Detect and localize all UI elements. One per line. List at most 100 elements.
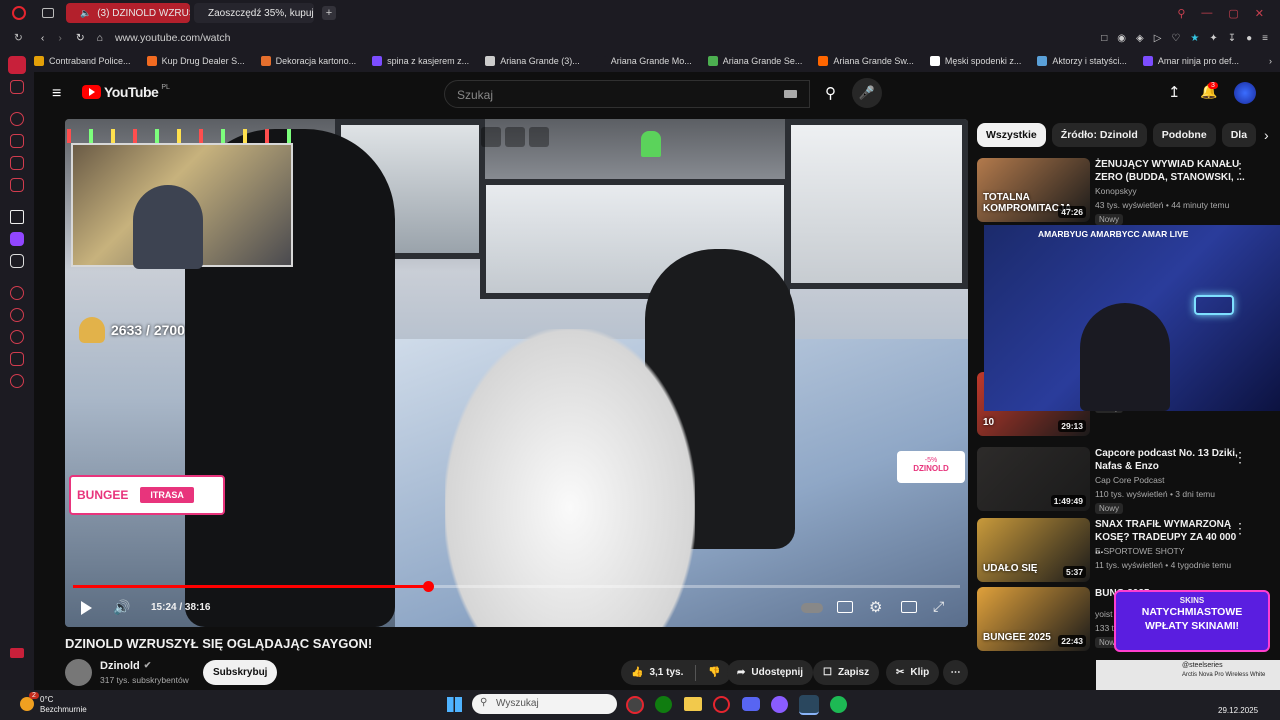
- subscribe-button[interactable]: Subskrybuj: [203, 660, 278, 685]
- taskbar-app-opera-gx[interactable]: [713, 696, 730, 713]
- recommendation-card[interactable]: TOTALNA KOMPROMITACJA 47:26 ŻENUJĄCY WYWIA…: [977, 158, 1267, 225]
- chip-for-you[interactable]: Dla: [1221, 123, 1257, 147]
- taskbar-app-messenger[interactable]: [771, 696, 788, 713]
- play-button[interactable]: [81, 601, 92, 615]
- scrubber-handle[interactable]: [422, 581, 434, 592]
- bookmark-item[interactable]: spina z kasjerem z...: [372, 56, 469, 66]
- back-button[interactable]: ‹: [41, 32, 45, 44]
- save-button[interactable]: ☐ Zapisz: [813, 660, 880, 685]
- url-field[interactable]: www.youtube.com/watch: [115, 32, 231, 44]
- cast-icon[interactable]: [505, 127, 525, 147]
- tab-steam[interactable]: Zaoszczędź 35%, kupują: [194, 3, 314, 23]
- bookmark-item[interactable]: Ariana Grande (3)...: [485, 56, 580, 66]
- youtube-logo[interactable]: YouTube PL: [82, 84, 170, 100]
- play-icon[interactable]: ▷: [1154, 33, 1162, 44]
- search-button[interactable]: ⚲: [810, 80, 858, 108]
- taskbar-app-explorer[interactable]: [684, 697, 702, 711]
- bookmark-item[interactable]: Ariana Grande Mo...: [595, 56, 692, 66]
- bookmark-item[interactable]: Męski spodenki z...: [929, 56, 1021, 66]
- clip-button[interactable]: ✂ Klip: [886, 660, 940, 685]
- windows-start-icon[interactable]: [447, 697, 462, 712]
- more-options-icon[interactable]: ⋮: [1233, 449, 1247, 466]
- bookmark-item[interactable]: Amar ninja pro def...: [1142, 56, 1239, 66]
- volume-icon[interactable]: 🔊: [113, 599, 130, 616]
- profile-icon[interactable]: ●: [1246, 33, 1252, 44]
- chip-source[interactable]: Źródło: Dzinold: [1051, 123, 1147, 147]
- home-sidebar-icon[interactable]: [8, 56, 26, 74]
- channel-avatar[interactable]: [65, 659, 92, 686]
- tabs-icon[interactable]: [42, 8, 54, 18]
- gx-logo-icon[interactable]: [10, 648, 24, 658]
- chip-all[interactable]: Wszystkie: [977, 123, 1046, 147]
- bookmark-item[interactable]: Ariana Grande Se...: [707, 56, 802, 66]
- aria-icon[interactable]: [10, 80, 24, 94]
- reload-sidebar-icon[interactable]: ↻: [14, 32, 23, 44]
- upload-icon[interactable]: ↥: [1168, 83, 1181, 101]
- taskbar-app-xbox[interactable]: [655, 696, 672, 713]
- bookmark-item[interactable]: Aktorzy i statyści...: [1037, 56, 1127, 66]
- pip-icon[interactable]: [481, 127, 501, 147]
- tiktok-icon[interactable]: [10, 210, 24, 224]
- chips-next-icon[interactable]: ›: [1264, 123, 1269, 147]
- taskbar-search[interactable]: ⚲ Wyszukaj: [472, 694, 617, 714]
- recommendation-channel[interactable]: Konopskyy: [1095, 186, 1137, 196]
- minimize-button[interactable]: —: [1201, 7, 1212, 20]
- search-tabs-icon[interactable]: ⚲: [1177, 7, 1185, 20]
- history-icon[interactable]: [10, 330, 24, 344]
- taskbar-app-spotify[interactable]: [830, 696, 847, 713]
- camera-icon[interactable]: ◉: [1117, 33, 1126, 44]
- mic-button[interactable]: 🎤: [852, 78, 882, 108]
- video-thumbnail[interactable]: 1:49:49: [977, 447, 1090, 511]
- hex-icon[interactable]: [10, 352, 24, 366]
- close-button[interactable]: ✕: [1255, 7, 1264, 20]
- x-twitter-icon[interactable]: [10, 254, 24, 268]
- tab-youtube[interactable]: 🔈 (3) DZINOLD WZRUSZ: [66, 3, 190, 23]
- player-icon[interactable]: [10, 286, 24, 300]
- new-tab-button[interactable]: +: [322, 6, 336, 20]
- opera-logo-icon[interactable]: [12, 6, 26, 20]
- home-icon[interactable]: ⌂: [97, 32, 103, 44]
- reload-button[interactable]: ↻: [76, 32, 85, 44]
- messenger-icon[interactable]: [10, 178, 24, 192]
- share-button[interactable]: ➦ Udostępnij: [727, 660, 814, 685]
- miniplayer-icon[interactable]: [901, 601, 917, 613]
- autoplay-toggle[interactable]: [801, 603, 823, 613]
- speaker-icon[interactable]: 🔈: [80, 8, 91, 19]
- more-actions-button[interactable]: ⋯: [943, 660, 968, 685]
- heart-sidebar-icon[interactable]: [10, 308, 24, 322]
- maximize-button[interactable]: ▢: [1228, 7, 1238, 20]
- keyboard-icon[interactable]: [784, 90, 797, 98]
- recommendation-title[interactable]: Capcore podcast No. 13 Dziki, Nafas & En…: [1095, 447, 1245, 473]
- chip-related[interactable]: Podobne: [1152, 123, 1216, 147]
- forward-button[interactable]: ›: [58, 32, 62, 44]
- dislike-button[interactable]: 👎: [708, 667, 720, 678]
- fullscreen-icon[interactable]: ⤢: [933, 598, 944, 615]
- subtitles-icon[interactable]: [837, 601, 853, 613]
- progress-bar[interactable]: [73, 581, 960, 592]
- snapshot-icon[interactable]: □: [1101, 33, 1107, 44]
- bookmark-item[interactable]: Dekoracja kartono...: [260, 56, 356, 66]
- hamburger-menu-icon[interactable]: ≡: [52, 85, 61, 103]
- taskbar-app-opera[interactable]: [626, 696, 644, 714]
- account-avatar[interactable]: [1234, 82, 1256, 104]
- settings-icon[interactable]: ⚙: [869, 598, 882, 616]
- bookmarks-more-icon[interactable]: ›: [1269, 56, 1272, 66]
- extension-icon[interactable]: ★: [1190, 33, 1199, 44]
- bookmark-item[interactable]: Ariana Grande Sw...: [818, 56, 914, 66]
- recommendation-title[interactable]: ŻENUJĄCY WYWIAD KANAŁU ZERO (BUDDA, STAN…: [1095, 158, 1245, 184]
- video-thumbnail[interactable]: TOTALNA KOMPROMITACJA 47:26: [977, 158, 1090, 222]
- download-icon[interactable]: ↧: [1228, 33, 1236, 44]
- video-player[interactable]: 2633 / 2700 BUNGEE ITRASA -5% DZINOLD 🔊 …: [65, 119, 968, 627]
- recommendation-card[interactable]: 1:49:49 Capcore podcast No. 13 Dziki, Naf…: [977, 447, 1267, 514]
- like-button[interactable]: 👍 3,1 tys. 👎: [621, 660, 731, 685]
- bookmark-item[interactable]: Kup Drug Dealer S...: [146, 56, 245, 66]
- more-options-icon[interactable]: ⋮: [1233, 520, 1247, 537]
- twitch-sidebar-icon[interactable]: [10, 156, 24, 170]
- speed-dial-icon[interactable]: [10, 112, 24, 126]
- twitch-icon[interactable]: [10, 232, 24, 246]
- channel-name[interactable]: Dzinold ✔: [100, 660, 151, 672]
- taskbar-app-steam[interactable]: [799, 695, 819, 715]
- puzzle-icon[interactable]: ✦: [1209, 33, 1217, 44]
- video-thumbnail[interactable]: UDAŁO SIĘ 5:37: [977, 518, 1090, 582]
- recommendation-channel[interactable]: E-SPORTOWE SHOTY: [1095, 546, 1184, 556]
